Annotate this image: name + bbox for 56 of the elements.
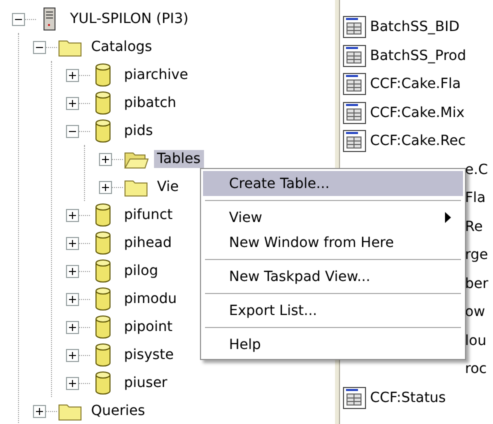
list-item[interactable]: CCF:Cake.Mix <box>370 104 465 121</box>
expand-icon[interactable] <box>66 320 79 334</box>
tree-item[interactable]: Queries <box>88 402 148 420</box>
expand-icon[interactable] <box>66 96 79 110</box>
tree-item[interactable]: pibatch <box>121 94 180 112</box>
table-icon <box>342 44 368 68</box>
table-icon <box>342 72 368 96</box>
tree-item[interactable]: piuser <box>121 374 170 392</box>
list-item[interactable]: BatchSS_Prod <box>370 48 466 64</box>
list-item[interactable]: Fla <box>465 190 486 206</box>
expand-icon[interactable] <box>66 376 79 390</box>
expand-icon[interactable] <box>66 348 79 362</box>
expand-icon[interactable] <box>66 68 79 82</box>
tree-item[interactable]: pisyste <box>121 346 177 364</box>
tree-item[interactable]: pids <box>121 122 156 140</box>
menu-item[interactable]: Help <box>203 332 463 357</box>
menu-item[interactable]: New Window from Here <box>203 230 463 255</box>
expand-icon[interactable] <box>66 208 79 222</box>
table-icon <box>342 129 368 154</box>
menu-item[interactable]: Create Table... <box>203 171 463 196</box>
tree-item[interactable]: pifunct <box>121 206 176 224</box>
table-icon <box>342 386 368 410</box>
collapse-icon[interactable] <box>12 12 25 26</box>
tree-item[interactable]: piarchive <box>121 66 192 84</box>
table-icon <box>342 100 368 125</box>
tree-item[interactable]: pipoint <box>121 318 176 336</box>
tree-item[interactable]: pimodu <box>121 290 180 308</box>
list-item[interactable]: CCF:Status <box>370 390 446 406</box>
list-item[interactable]: BatchSS_BID <box>370 19 460 36</box>
tree-item[interactable]: pilog <box>121 262 162 280</box>
expand-icon[interactable] <box>66 264 79 278</box>
menu-item[interactable]: New Taskpad View... <box>203 264 463 289</box>
tree-item[interactable]: Catalogs <box>88 38 156 56</box>
list-item[interactable]: Re <box>465 218 483 235</box>
tree-item[interactable]: pihead <box>121 234 175 252</box>
list-item[interactable]: roc <box>465 361 487 378</box>
collapse-icon[interactable] <box>66 124 79 138</box>
collapse-icon[interactable] <box>33 40 46 54</box>
expand-icon[interactable] <box>33 404 46 418</box>
expand-icon[interactable] <box>99 180 112 194</box>
tree-item[interactable]: YUL-SPILON (PI3) <box>67 10 192 28</box>
tree-item[interactable]: Tables <box>154 150 204 168</box>
table-icon <box>342 15 368 40</box>
expand-icon[interactable] <box>66 236 79 250</box>
expand-icon[interactable] <box>66 292 79 306</box>
list-item[interactable]: CCF:Cake.Fla <box>370 76 461 92</box>
list-item[interactable]: lou <box>465 332 486 349</box>
list-item[interactable]: CCF:Cake.Rec <box>370 133 466 150</box>
expand-icon[interactable] <box>99 152 112 166</box>
tree-item[interactable]: Vie <box>154 178 182 196</box>
list-item[interactable]: ber <box>465 276 488 292</box>
menu-item[interactable]: Export List... <box>203 298 463 323</box>
list-item[interactable]: rge <box>465 247 488 264</box>
menu-item[interactable]: View <box>203 205 463 230</box>
list-item[interactable]: ow <box>465 304 486 320</box>
list-item[interactable]: e.C <box>465 162 488 178</box>
